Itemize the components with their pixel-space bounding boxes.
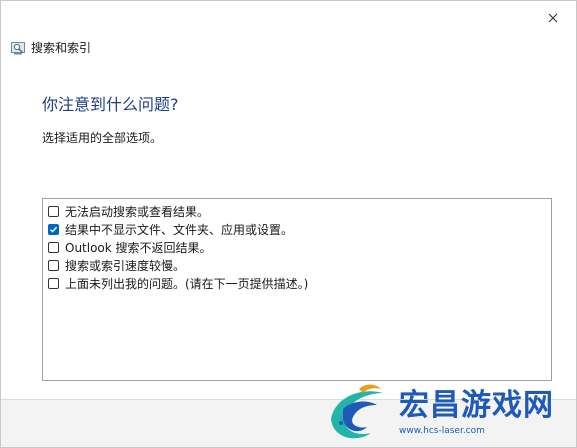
option-label: 结果中不显示文件、文件夹、应用或设置。 (65, 222, 294, 237)
instruction-text: 选择适用的全部选项。 (42, 131, 163, 145)
checkbox[interactable] (48, 241, 59, 253)
option-label: 搜索或索引速度较慢。 (65, 258, 186, 273)
checkbox-checked[interactable] (48, 223, 59, 235)
option-not-listed[interactable]: 上面未列出我的问题。(请在下一页提供描述。) (48, 275, 308, 291)
option-label: 无法启动搜索或查看结果。 (65, 204, 210, 219)
watermark: 宏昌游戏网 www.hcs-laser.com (323, 377, 573, 447)
checkbox[interactable] (48, 205, 59, 217)
title-bar: 搜索和索引 (11, 39, 91, 56)
option-cannot-start-search[interactable]: 无法启动搜索或查看结果。 (48, 203, 209, 219)
close-icon (548, 13, 558, 23)
checkbox[interactable] (48, 277, 59, 289)
checkbox[interactable] (48, 259, 59, 271)
watermark-title: 宏昌游戏网 (399, 388, 554, 423)
watermark-logo-icon (331, 384, 383, 439)
option-outlook-no-results[interactable]: Outlook 搜索不返回结果。 (48, 239, 212, 255)
troubleshooter-window: 搜索和索引 你注意到什么问题? 选择适用的全部选项。 无法启动搜索或查看结果。 … (0, 0, 577, 448)
checkmark-icon (50, 226, 58, 233)
option-results-missing-files[interactable]: 结果中不显示文件、文件夹、应用或设置。 (48, 221, 293, 237)
close-button[interactable] (538, 7, 568, 29)
option-slow-search[interactable]: 搜索或索引速度较慢。 (48, 257, 185, 273)
page-heading: 你注意到什么问题? (42, 95, 179, 114)
option-label: 上面未列出我的问题。(请在下一页提供描述。) (65, 276, 309, 291)
problem-options-list: 无法启动搜索或查看结果。 结果中不显示文件、文件夹、应用或设置。 Outlook… (42, 198, 552, 381)
option-label: Outlook 搜索不返回结果。 (65, 240, 212, 255)
watermark-url: www.hcs-laser.com (399, 426, 485, 436)
window-title: 搜索和索引 (31, 41, 92, 55)
search-indexing-app-icon (11, 41, 25, 54)
